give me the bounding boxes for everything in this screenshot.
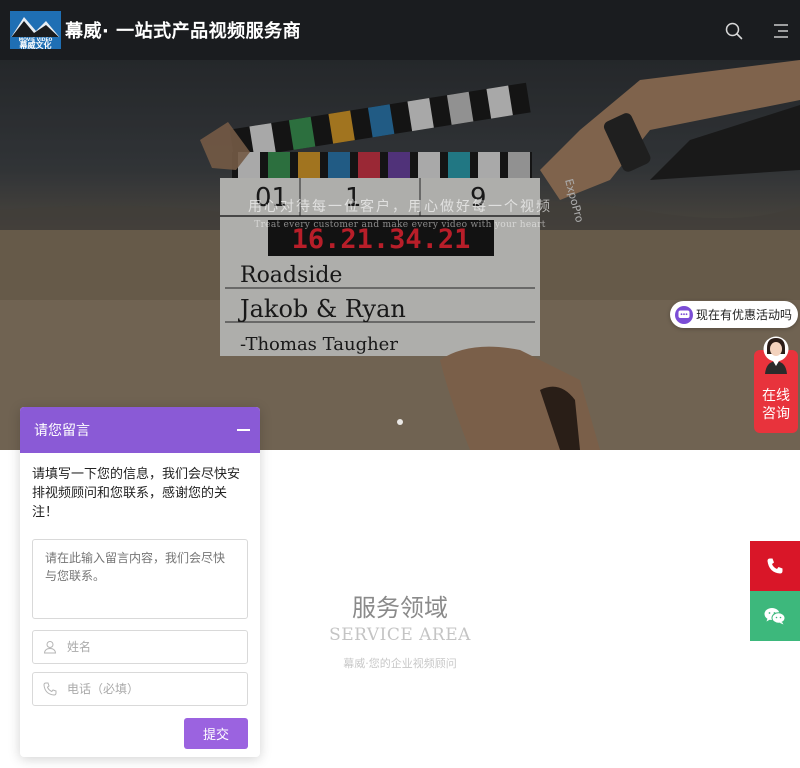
- agent-avatar: [763, 336, 789, 374]
- name-field[interactable]: [32, 630, 248, 664]
- svg-text:幕威文化: 幕威文化: [19, 40, 52, 49]
- promo-chat-bubble[interactable]: 现在有优惠活动吗: [670, 301, 798, 328]
- consult-label-2: 咨询: [762, 406, 790, 422]
- site-logo[interactable]: MOVIE VIDEO 幕威文化: [10, 11, 61, 50]
- message-panel-header: 请您留言: [20, 407, 260, 453]
- hero-slogan-english: Treat every customer and make every vide…: [254, 220, 546, 230]
- submit-button[interactable]: 提交: [184, 718, 248, 749]
- promo-bubble-text: 现在有优惠活动吗: [696, 308, 793, 322]
- leave-message-panel: 请您留言 请填写一下您的信息，我们会尽快安排视频顾问和您联系，感谢您的关注！ 提…: [20, 407, 260, 757]
- wechat-button[interactable]: [750, 591, 800, 641]
- user-icon: [43, 641, 57, 654]
- chat-icon: [675, 305, 693, 324]
- phone-button[interactable]: [750, 541, 800, 591]
- consult-label-1: 在线: [762, 388, 790, 404]
- minimize-icon: [237, 429, 250, 431]
- top-navbar: MOVIE VIDEO 幕威文化 幕威· 一站式产品视频服务商: [0, 0, 800, 60]
- phone-field[interactable]: [32, 672, 248, 706]
- message-panel-title: 请您留言: [34, 423, 90, 439]
- phone-icon: [767, 558, 783, 574]
- search-icon[interactable]: [724, 21, 744, 41]
- phone-outline-icon: [43, 682, 57, 696]
- carousel-dot[interactable]: [397, 419, 403, 425]
- message-textarea[interactable]: [32, 539, 248, 619]
- phone-input[interactable]: [67, 682, 237, 696]
- online-consult-button[interactable]: 在线 咨询: [754, 336, 798, 433]
- message-intro: 请填写一下您的信息，我们会尽快安排视频顾问和您联系，感谢您的关注！: [32, 467, 241, 520]
- hero-banner: 01 1 9 16.21.34.21 Roadside Jakob & Ryan…: [0, 60, 800, 450]
- hero-slogan: 用心对待每一位客户，用心做好每一个视频: [248, 199, 552, 215]
- name-input[interactable]: [67, 640, 237, 654]
- hero-overlay: [0, 60, 800, 450]
- site-title: 幕威· 一站式产品视频服务商: [65, 21, 302, 42]
- wechat-icon: [764, 608, 786, 625]
- menu-icon[interactable]: [772, 22, 790, 40]
